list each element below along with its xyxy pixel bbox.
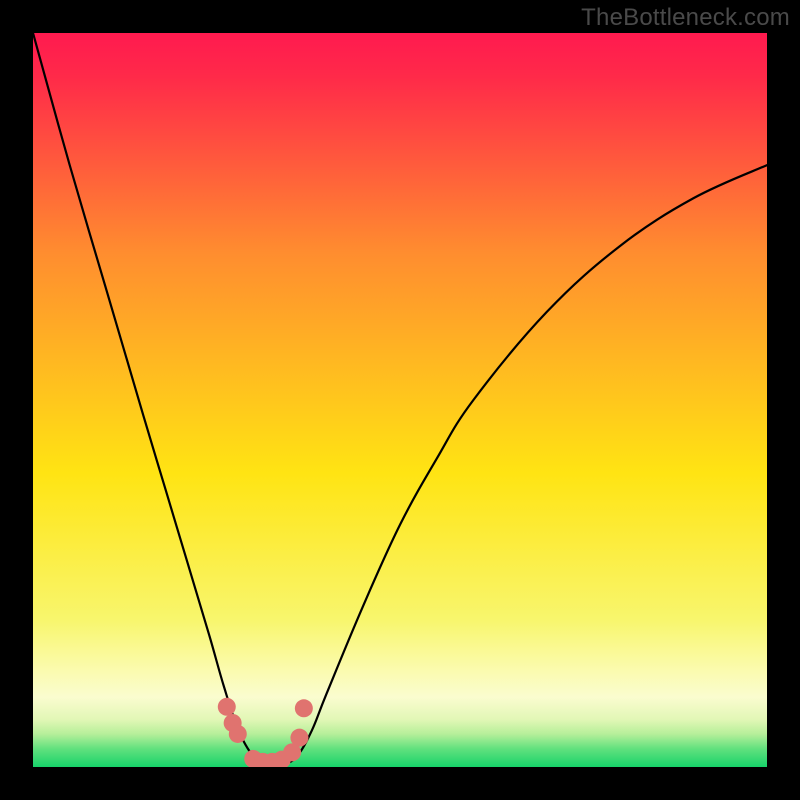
watermark-text: TheBottleneck.com <box>581 4 790 32</box>
overlay-dot <box>290 729 308 747</box>
plot-area <box>33 33 767 767</box>
plot-svg <box>33 33 767 767</box>
chart-frame: TheBottleneck.com <box>0 0 800 800</box>
overlay-dot <box>295 699 313 717</box>
gradient-background <box>33 33 767 767</box>
overlay-dot <box>218 698 236 716</box>
overlay-dot <box>229 725 247 743</box>
